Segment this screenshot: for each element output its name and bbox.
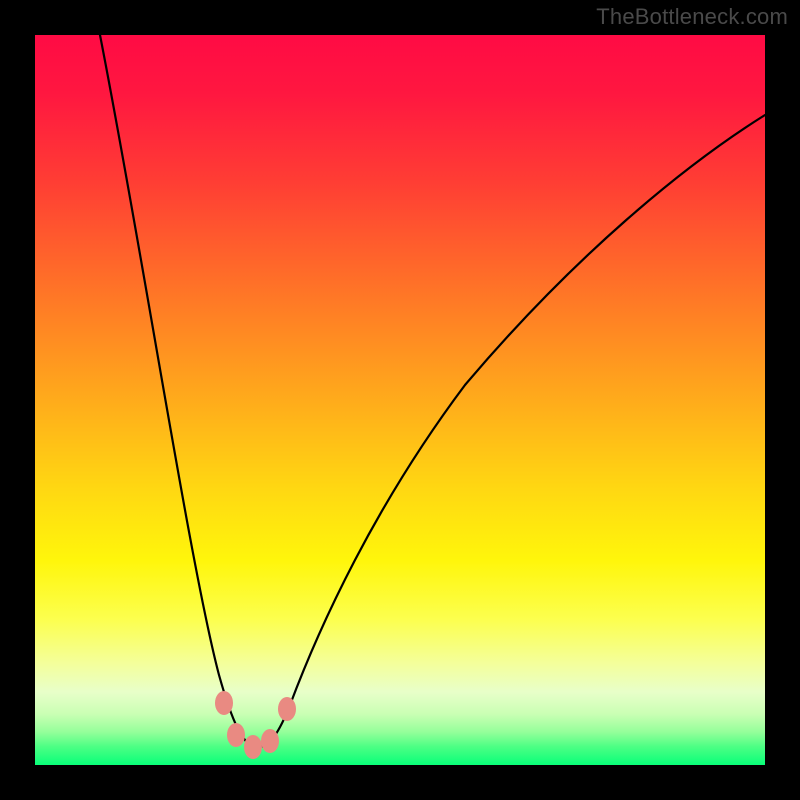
curve-marker [215,691,233,715]
curve-marker [278,697,296,721]
curve-marker [227,723,245,747]
watermark-text: TheBottleneck.com [596,4,788,30]
curve-marker [261,729,279,753]
curve-marker [244,735,262,759]
markers-layer [35,35,765,765]
plot-area [35,35,765,765]
chart-stage: TheBottleneck.com [0,0,800,800]
